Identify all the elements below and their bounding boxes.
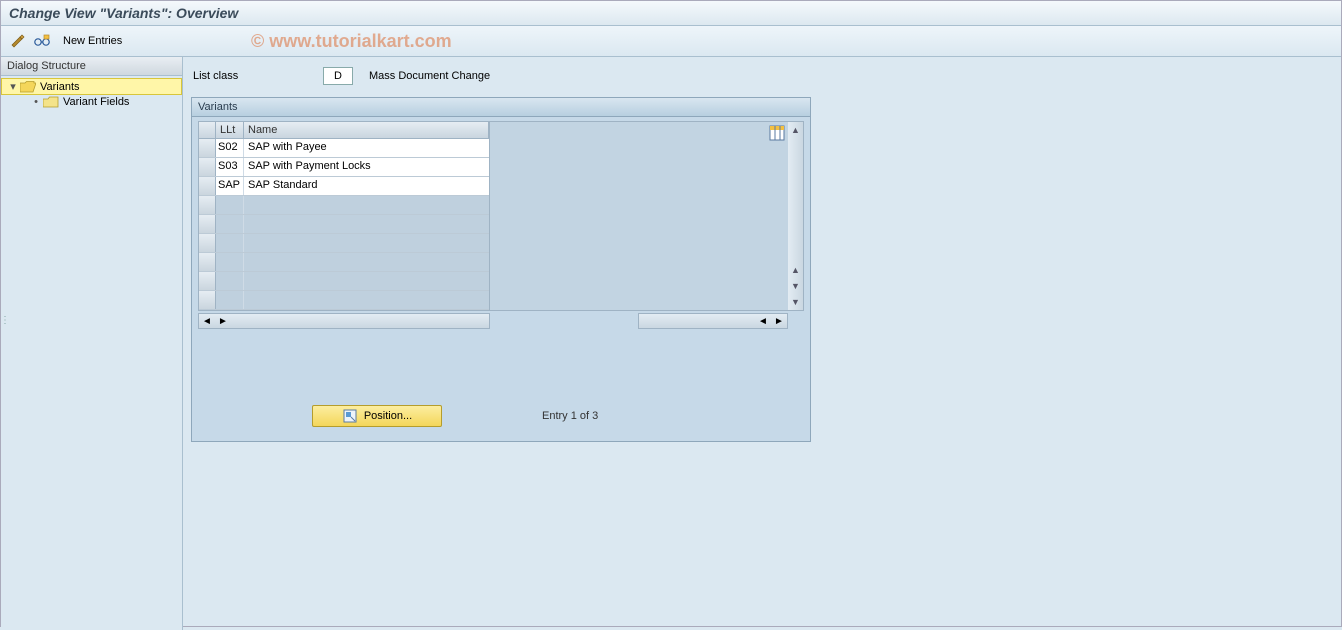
- row-selector[interactable]: [199, 158, 216, 176]
- page-title: Change View "Variants": Overview: [1, 1, 1341, 26]
- cell-name[interactable]: SAP with Payee: [244, 139, 489, 157]
- folder-closed-icon: [43, 96, 59, 108]
- cell-llt[interactable]: [216, 272, 244, 290]
- table-row[interactable]: SAPSAP Standard: [199, 177, 489, 196]
- row-selector[interactable]: [199, 291, 216, 309]
- cell-llt[interactable]: [216, 291, 244, 309]
- col-name[interactable]: Name: [244, 122, 489, 138]
- cell-llt[interactable]: [216, 253, 244, 271]
- horizontal-scrollbar-left[interactable]: ◄ ►: [198, 313, 490, 329]
- table-row-empty[interactable]: [199, 196, 489, 215]
- row-selector[interactable]: [199, 234, 216, 252]
- panel-title: Variants: [192, 98, 810, 117]
- scroll-pagedown-icon[interactable]: ▼: [788, 278, 803, 294]
- col-select[interactable]: [199, 122, 216, 138]
- cell-llt[interactable]: [216, 215, 244, 233]
- list-class-description: Mass Document Change: [369, 70, 490, 82]
- scroll-up-icon[interactable]: ▲: [788, 122, 803, 138]
- list-class-row: List class Mass Document Change: [193, 67, 1331, 85]
- table-row[interactable]: S02SAP with Payee: [199, 139, 489, 158]
- scroll-down-icon[interactable]: ▼: [788, 294, 803, 310]
- entry-info: Entry 1 of 3: [542, 410, 598, 422]
- tree-item-label: Variant Fields: [63, 96, 129, 108]
- cell-llt[interactable]: S03: [216, 158, 244, 176]
- position-button[interactable]: Position...: [312, 405, 442, 427]
- scroll-left-icon[interactable]: ◄: [755, 316, 771, 327]
- sidebar-resize-handle[interactable]: [1, 314, 6, 344]
- row-selector[interactable]: [199, 215, 216, 233]
- cell-name[interactable]: [244, 196, 489, 214]
- tree-item-variant-fields[interactable]: • Variant Fields: [1, 95, 182, 109]
- row-selector[interactable]: [199, 272, 216, 290]
- table-row-empty[interactable]: [199, 272, 489, 291]
- tree-item-label: Variants: [40, 81, 80, 93]
- cell-name[interactable]: [244, 215, 489, 233]
- new-entries-button[interactable]: New Entries: [57, 33, 128, 49]
- grid-header: LLt Name: [199, 122, 489, 139]
- cell-llt[interactable]: S02: [216, 139, 244, 157]
- cell-llt[interactable]: [216, 196, 244, 214]
- cell-name[interactable]: SAP with Payment Locks: [244, 158, 489, 176]
- table-settings-icon[interactable]: [768, 124, 786, 142]
- col-llt[interactable]: LLt: [216, 122, 244, 138]
- list-class-label: List class: [193, 70, 313, 82]
- cell-name[interactable]: [244, 234, 489, 252]
- table-row-empty[interactable]: [199, 253, 489, 272]
- cell-name[interactable]: [244, 253, 489, 271]
- row-selector[interactable]: [199, 253, 216, 271]
- scroll-pageup-icon[interactable]: ▲: [788, 262, 803, 278]
- horizontal-scrollbar-right[interactable]: ◄ ►: [638, 313, 788, 329]
- table-row-empty[interactable]: [199, 291, 489, 310]
- change-icon[interactable]: [9, 32, 27, 50]
- position-label: Position...: [364, 410, 412, 422]
- row-selector[interactable]: [199, 177, 216, 195]
- cell-llt[interactable]: SAP: [216, 177, 244, 195]
- cell-name[interactable]: [244, 291, 489, 309]
- cell-llt[interactable]: [216, 234, 244, 252]
- table-row-empty[interactable]: [199, 215, 489, 234]
- vertical-scrollbar[interactable]: ▲ ▲ ▼ ▼: [788, 121, 804, 311]
- cell-name[interactable]: SAP Standard: [244, 177, 489, 195]
- tree-bullet-icon: •: [31, 96, 41, 108]
- row-selector[interactable]: [199, 139, 216, 157]
- variants-panel: Variants LLt Name S02SAP with PayeeS03SA…: [191, 97, 811, 442]
- toolbar: New Entries: [1, 26, 1341, 57]
- row-selector[interactable]: [199, 196, 216, 214]
- variants-grid: LLt Name S02SAP with PayeeS03SAP with Pa…: [198, 121, 490, 311]
- sidebar-header: Dialog Structure: [1, 57, 182, 76]
- table-row[interactable]: S03SAP with Payment Locks: [199, 158, 489, 177]
- scroll-left-icon[interactable]: ◄: [199, 316, 215, 327]
- tree-expander-icon[interactable]: ▾: [8, 80, 18, 93]
- scroll-right-icon[interactable]: ►: [771, 316, 787, 327]
- content-area: List class Mass Document Change Variants…: [183, 57, 1341, 630]
- folder-open-icon: [20, 81, 36, 93]
- scroll-right-icon[interactable]: ►: [215, 316, 231, 327]
- dialog-structure-panel: Dialog Structure ▾ Variants • Variant Fi…: [1, 57, 183, 630]
- position-icon: [342, 408, 358, 424]
- tree-item-variants[interactable]: ▾ Variants: [1, 78, 182, 95]
- cell-name[interactable]: [244, 272, 489, 290]
- grid-right-area: [490, 121, 788, 311]
- table-row-empty[interactable]: [199, 234, 489, 253]
- list-class-input[interactable]: [323, 67, 353, 85]
- tree: ▾ Variants • Variant Fields: [1, 76, 182, 111]
- glasses-select-icon[interactable]: [33, 32, 51, 50]
